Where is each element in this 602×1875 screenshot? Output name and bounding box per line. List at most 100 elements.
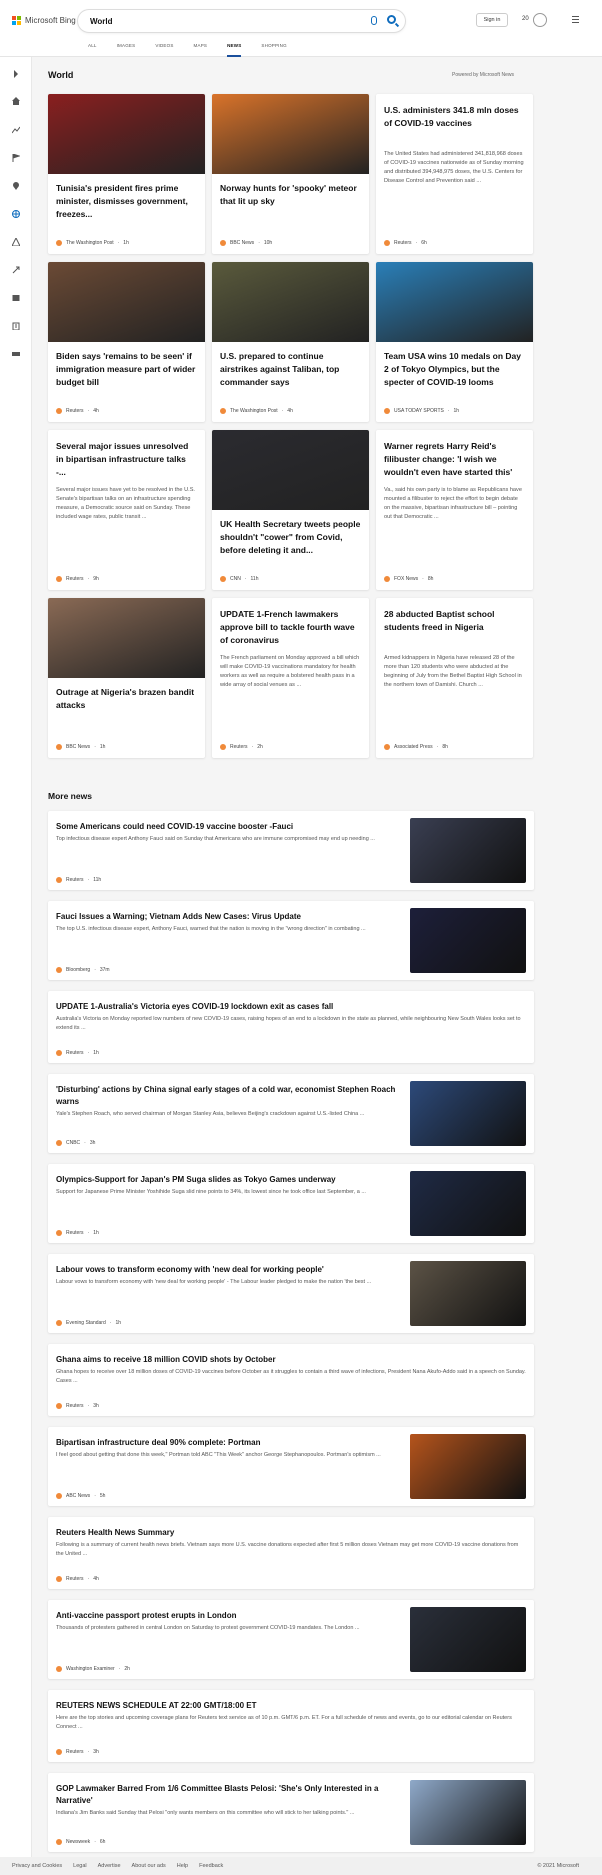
- search-input[interactable]: World: [78, 10, 405, 32]
- more-news-headline[interactable]: Labour vows to transform economy with 'n…: [56, 1264, 406, 1276]
- flag-icon[interactable]: [12, 154, 20, 162]
- more-news-item[interactable]: Reuters Health News Summary Following is …: [48, 1517, 534, 1589]
- news-card-source[interactable]: Reuters · 2h: [220, 744, 263, 750]
- news-card-title[interactable]: Several major issues unresolved in bipar…: [56, 440, 197, 479]
- footer-link-legal[interactable]: Legal: [73, 1863, 86, 1869]
- more-news-thumbnail[interactable]: [410, 1780, 526, 1845]
- more-news-source[interactable]: Reuters · 3h: [56, 1749, 99, 1755]
- more-news-source[interactable]: ABC News · 5h: [56, 1493, 105, 1499]
- more-news-item[interactable]: 'Disturbing' actions by China signal ear…: [48, 1074, 534, 1153]
- more-news-thumbnail[interactable]: [410, 1607, 526, 1672]
- tab-maps[interactable]: MAPS: [194, 40, 208, 51]
- more-news-headline[interactable]: UPDATE 1-Australia's Victoria eyes COVID…: [56, 1001, 526, 1013]
- news-card[interactable]: Biden says 'remains to be seen' if immig…: [48, 262, 205, 422]
- news-card-source[interactable]: FOX News · 8h: [384, 576, 433, 582]
- more-news-source[interactable]: Reuters · 1h: [56, 1230, 99, 1236]
- news-card-title[interactable]: Norway hunts for 'spooky' meteor that li…: [220, 182, 361, 208]
- news-card[interactable]: U.S. prepared to continue airstrikes aga…: [212, 262, 369, 422]
- home-icon[interactable]: [12, 97, 20, 105]
- news-card[interactable]: Outrage at Nigeria's brazen bandit attac…: [48, 598, 205, 758]
- more-news-headline[interactable]: REUTERS NEWS SCHEDULE AT 22:00 GMT/18:00…: [56, 1700, 526, 1712]
- more-news-headline[interactable]: Some Americans could need COVID-19 vacci…: [56, 821, 406, 833]
- more-news-thumbnail[interactable]: [410, 818, 526, 883]
- trending-icon[interactable]: [12, 126, 20, 134]
- news-card-title[interactable]: 28 abducted Baptist school students free…: [384, 608, 525, 634]
- more-news-item[interactable]: Olympics-Support for Japan's PM Suga sli…: [48, 1164, 534, 1243]
- news-card[interactable]: Team USA wins 10 medals on Day 2 of Toky…: [376, 262, 533, 422]
- news-card[interactable]: UPDATE 1-French lawmakers approve bill t…: [212, 598, 369, 758]
- tab-all[interactable]: ALL: [88, 40, 97, 51]
- expand-icon[interactable]: [12, 70, 20, 78]
- more-news-thumbnail[interactable]: [410, 1081, 526, 1146]
- more-news-headline[interactable]: Bipartisan infrastructure deal 90% compl…: [56, 1437, 406, 1449]
- more-news-source[interactable]: Reuters · 11h: [56, 877, 101, 883]
- news-card-source[interactable]: Reuters · 4h: [56, 408, 99, 414]
- news-card-title[interactable]: UPDATE 1-French lawmakers approve bill t…: [220, 608, 361, 647]
- news-card-image[interactable]: [212, 94, 369, 174]
- search-icon[interactable]: [387, 15, 396, 24]
- news-card[interactable]: 28 abducted Baptist school students free…: [376, 598, 533, 758]
- more-news-thumbnail[interactable]: [410, 1434, 526, 1499]
- more-news-thumbnail[interactable]: [410, 1171, 526, 1236]
- footer-link-help[interactable]: Help: [177, 1863, 188, 1869]
- science-icon[interactable]: [12, 266, 20, 274]
- news-card[interactable]: UK Health Secretary tweets people should…: [212, 430, 369, 590]
- powered-by[interactable]: Powered by Microsoft News: [452, 72, 514, 78]
- news-card-title[interactable]: Tunisia's president fires prime minister…: [56, 182, 197, 221]
- more-news-thumbnail[interactable]: [410, 908, 526, 973]
- news-card-source[interactable]: BBC News · 10h: [220, 240, 272, 246]
- news-card-source[interactable]: Reuters · 6h: [384, 240, 427, 246]
- more-news-source[interactable]: Reuters · 4h: [56, 1576, 99, 1582]
- more-news-headline[interactable]: GOP Lawmaker Barred From 1/6 Committee B…: [56, 1783, 406, 1807]
- more-news-headline[interactable]: Fauci Issues a Warning; Vietnam Adds New…: [56, 911, 406, 923]
- news-card[interactable]: Tunisia's president fires prime minister…: [48, 94, 205, 254]
- news-card-source[interactable]: CNN · 11h: [220, 576, 259, 582]
- more-news-headline[interactable]: Olympics-Support for Japan's PM Suga sli…: [56, 1174, 406, 1186]
- tab-images[interactable]: IMAGES: [117, 40, 136, 51]
- news-card-source[interactable]: Associated Press · 8h: [384, 744, 448, 750]
- more-news-item[interactable]: Anti-vaccine passport protest erupts in …: [48, 1600, 534, 1679]
- news-card-image[interactable]: [212, 262, 369, 342]
- more-news-item[interactable]: UPDATE 1-Australia's Victoria eyes COVID…: [48, 991, 534, 1063]
- footer-link-privacy[interactable]: Privacy and Cookies: [12, 1863, 62, 1869]
- more-news-source[interactable]: Reuters · 1h: [56, 1050, 99, 1056]
- more-news-item[interactable]: Ghana aims to receive 18 million COVID s…: [48, 1344, 534, 1416]
- more-news-source[interactable]: Newsweek · 6h: [56, 1839, 105, 1845]
- news-card-image[interactable]: [376, 262, 533, 342]
- news-card-title[interactable]: Biden says 'remains to be seen' if immig…: [56, 350, 197, 389]
- news-card-source[interactable]: USA TODAY SPORTS · 1h: [384, 408, 459, 414]
- rewards-trophy-icon[interactable]: [533, 13, 547, 27]
- more-news-headline[interactable]: Ghana aims to receive 18 million COVID s…: [56, 1354, 526, 1366]
- news-card-title[interactable]: UK Health Secretary tweets people should…: [220, 518, 361, 557]
- more-news-item[interactable]: REUTERS NEWS SCHEDULE AT 22:00 GMT/18:00…: [48, 1690, 534, 1762]
- footer-link-about-ads[interactable]: About our ads: [132, 1863, 166, 1869]
- more-news-thumbnail[interactable]: [410, 1261, 526, 1326]
- sign-in-button[interactable]: Sign in: [476, 13, 508, 27]
- microphone-icon[interactable]: [371, 16, 377, 25]
- more-news-item[interactable]: GOP Lawmaker Barred From 1/6 Committee B…: [48, 1773, 534, 1852]
- news-card-source[interactable]: The Washington Post · 1h: [56, 240, 129, 246]
- more-news-source[interactable]: Bloomberg · 37m: [56, 967, 110, 973]
- tab-videos[interactable]: VIDEOS: [155, 40, 173, 51]
- more-news-headline[interactable]: 'Disturbing' actions by China signal ear…: [56, 1084, 406, 1108]
- menu-icon[interactable]: [572, 16, 579, 25]
- footer-link-advertise[interactable]: Advertise: [98, 1863, 121, 1869]
- news-card-source[interactable]: Reuters · 9h: [56, 576, 99, 582]
- news-card[interactable]: Norway hunts for 'spooky' meteor that li…: [212, 94, 369, 254]
- tab-news[interactable]: NEWS: [227, 40, 242, 57]
- news-card-image[interactable]: [212, 430, 369, 510]
- news-card-title[interactable]: U.S. prepared to continue airstrikes aga…: [220, 350, 361, 389]
- news-card-source[interactable]: The Washington Post · 4h: [220, 408, 293, 414]
- entertainment-icon[interactable]: [12, 294, 20, 302]
- rewards-points[interactable]: 20: [522, 16, 529, 22]
- news-card[interactable]: Several major issues unresolved in bipar…: [48, 430, 205, 590]
- footer-link-feedback[interactable]: Feedback: [199, 1863, 223, 1869]
- more-news-source[interactable]: Washington Examiner · 2h: [56, 1666, 130, 1672]
- news-card-image[interactable]: [48, 598, 205, 678]
- more-news-item[interactable]: Bipartisan infrastructure deal 90% compl…: [48, 1427, 534, 1506]
- money-icon[interactable]: [12, 350, 20, 358]
- location-icon[interactable]: [12, 182, 20, 190]
- news-card[interactable]: Warner regrets Harry Reid's filibuster c…: [376, 430, 533, 590]
- news-card-title[interactable]: Outrage at Nigeria's brazen bandit attac…: [56, 686, 197, 712]
- news-card-title[interactable]: Warner regrets Harry Reid's filibuster c…: [384, 440, 525, 479]
